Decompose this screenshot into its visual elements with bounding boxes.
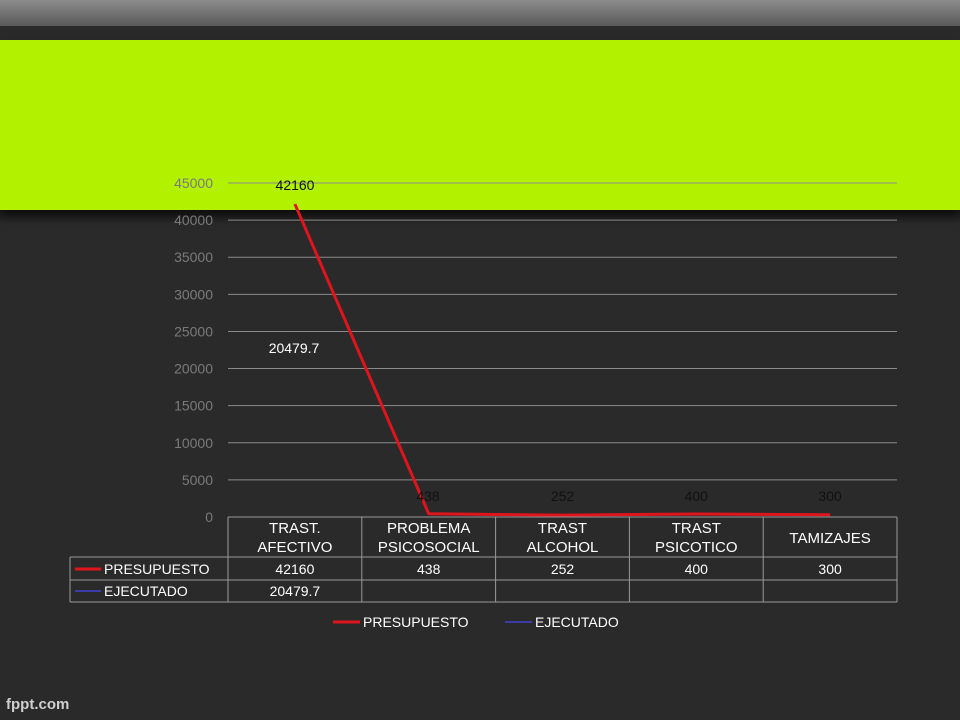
table-series-name: PRESUPUESTO bbox=[104, 561, 210, 577]
y-tick-label: 10000 bbox=[174, 435, 213, 451]
y-tick-label: 20000 bbox=[174, 361, 213, 377]
data-label-ejecutado: 20479.7 bbox=[269, 340, 320, 356]
category-label: TRAST bbox=[672, 520, 721, 537]
category-label: PSICOTICO bbox=[655, 539, 738, 556]
line-chart: 0 5000 10000 15000 20000 25000 30000 35000 40000… bbox=[69, 175, 898, 630]
category-label: TRAST. bbox=[269, 520, 321, 537]
table-series-name: EJECUTADO bbox=[104, 583, 188, 599]
table-cell: 300 bbox=[818, 561, 842, 577]
watermark: fppt.com bbox=[6, 696, 70, 713]
table-cell: 400 bbox=[685, 561, 709, 577]
y-tick-label: 0 bbox=[205, 509, 213, 525]
gridlines bbox=[228, 182, 897, 481]
category-label: TRAST bbox=[538, 520, 587, 537]
category-label: TAMIZAJES bbox=[789, 530, 870, 547]
data-label-presupuesto: 400 bbox=[685, 488, 709, 504]
y-tick-label: 15000 bbox=[174, 398, 213, 414]
legend: PRESUPUESTO EJECUTADO bbox=[333, 614, 619, 630]
table-cell: 20479.7 bbox=[270, 583, 321, 599]
table-cell: 438 bbox=[417, 561, 441, 577]
category-label: AFECTIVO bbox=[257, 539, 332, 556]
category-label: PSICOSOCIAL bbox=[378, 539, 480, 556]
legend-label-presupuesto: PRESUPUESTO bbox=[363, 614, 469, 630]
category-label: ALCOHOL bbox=[527, 539, 599, 556]
y-tick-label: 40000 bbox=[174, 212, 213, 228]
y-tick-label: 5000 bbox=[182, 472, 213, 488]
data-label-presupuesto: 42160 bbox=[276, 177, 315, 193]
y-tick-label: 30000 bbox=[174, 286, 213, 302]
series-lines bbox=[293, 203, 831, 517]
data-label-presupuesto: 252 bbox=[551, 488, 575, 504]
y-tick-label: 35000 bbox=[174, 249, 213, 265]
y-tick-label: 45000 bbox=[174, 175, 213, 191]
series-line-presupuesto bbox=[293, 203, 831, 517]
table-cell: 252 bbox=[551, 561, 575, 577]
y-axis-ticks: 0 5000 10000 15000 20000 25000 30000 35000 40000… bbox=[174, 175, 213, 525]
legend-label-ejecutado: EJECUTADO bbox=[535, 614, 619, 630]
data-table: TRAST. AFECTIVO PROBLEMA PSICOSOCIAL TRAST AL… bbox=[69, 516, 898, 603]
data-label-presupuesto: 438 bbox=[416, 488, 440, 504]
table-cell: 42160 bbox=[275, 561, 314, 577]
y-tick-label: 25000 bbox=[174, 323, 213, 339]
data-label-presupuesto: 300 bbox=[818, 488, 842, 504]
category-label: PROBLEMA bbox=[387, 520, 470, 537]
